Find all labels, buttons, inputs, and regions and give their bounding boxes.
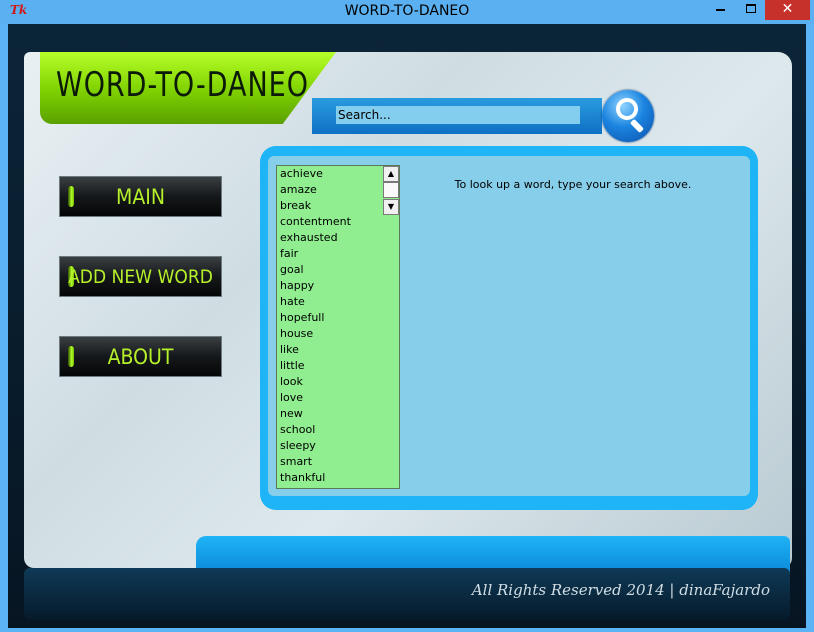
scroll-down-button[interactable]: ▼ (383, 199, 399, 215)
list-item[interactable]: break (280, 199, 311, 212)
main-button[interactable]: MAIN (59, 176, 222, 217)
list-item[interactable]: thankful (280, 471, 325, 484)
search-button[interactable] (598, 84, 658, 144)
scrollbar-thumb[interactable] (383, 182, 399, 198)
list-item[interactable]: like (280, 343, 299, 356)
list-item[interactable]: exhausted (280, 231, 338, 244)
add-new-word-button[interactable]: ADD NEW WORD (59, 256, 222, 297)
list-item[interactable]: look (280, 375, 303, 388)
list-item[interactable]: hate (280, 295, 305, 308)
list-item[interactable]: school (280, 423, 315, 436)
list-item[interactable]: new (280, 407, 303, 420)
list-item[interactable]: goal (280, 263, 304, 276)
copyright-text: All Rights Reserved 2014 | dinaFajardo (471, 581, 770, 599)
search-input[interactable] (336, 106, 580, 124)
title-bar: Tk WORD-TO-DANEO ✕ (0, 0, 814, 24)
list-item[interactable]: achieve (280, 167, 323, 180)
list-item[interactable]: happy (280, 279, 314, 292)
maximize-icon (746, 4, 756, 13)
minimize-button[interactable] (703, 0, 737, 20)
list-item[interactable]: contentment (280, 215, 351, 228)
list-item[interactable]: fair (280, 247, 298, 260)
app-logo: WORD-TO-DANEO (56, 66, 309, 106)
list-item[interactable]: love (280, 391, 303, 404)
list-item[interactable]: amaze (280, 183, 317, 196)
maximize-button[interactable] (737, 0, 765, 20)
arrow-down-icon: ▼ (387, 202, 395, 211)
list-item[interactable]: sleepy (280, 439, 316, 452)
word-listbox[interactable]: achieve amaze break contentment exhauste… (276, 165, 400, 489)
arrow-up-icon: ▲ (387, 169, 395, 178)
add-new-word-label: ADD NEW WORD (68, 266, 213, 288)
list-item[interactable]: little (280, 359, 305, 372)
window-title: WORD-TO-DANEO (344, 3, 470, 19)
minimize-icon (716, 9, 725, 11)
about-button[interactable]: ABOUT (59, 336, 222, 377)
main-button-label: MAIN (116, 185, 165, 209)
list-item[interactable]: hopefull (280, 311, 324, 324)
list-item[interactable]: house (280, 327, 313, 340)
list-item[interactable]: smart (280, 455, 312, 468)
instruction-text: To look up a word, type your search abov… (454, 178, 692, 191)
app-client-area: WORD-TO-DANEO MAIN ADD NEW WORD ABOUT ac… (8, 24, 806, 628)
magnifier-icon (616, 98, 638, 120)
scroll-up-button[interactable]: ▲ (383, 166, 399, 182)
about-button-label: ABOUT (107, 345, 174, 369)
close-button[interactable]: ✕ (765, 0, 810, 20)
close-icon: ✕ (781, 1, 794, 17)
